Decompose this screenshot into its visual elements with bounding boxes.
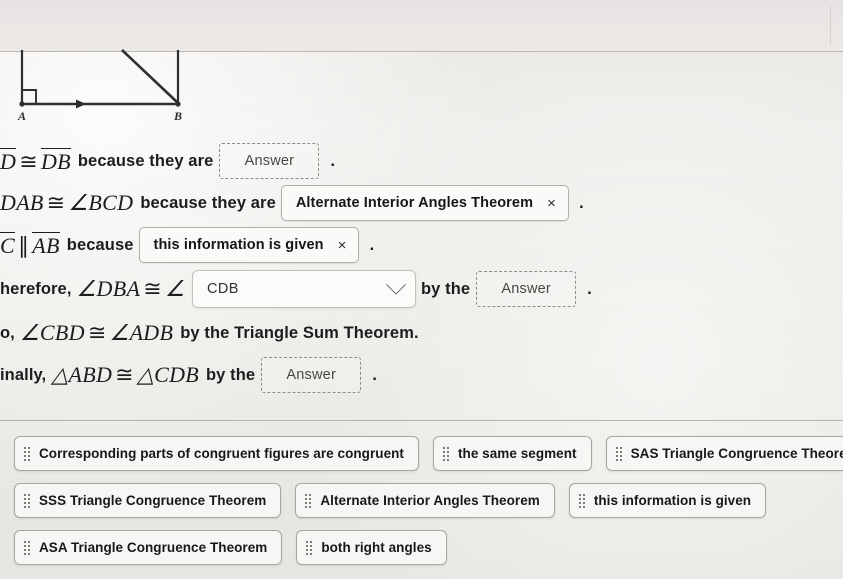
answer-tile[interactable]: Alternate Interior Angles Theorem [295,483,555,518]
proof-line-4-lead: herefore, [0,279,72,298]
proof-line-2: DAB ≅ ∠BCD because they are Alternate Inte… [0,182,843,224]
answer-tile-label: Corresponding parts of congruent figures… [39,446,404,461]
proof-line-1-period: . [330,151,336,170]
proof-line-5-math: ∠CBD ≅ ∠ADB [19,320,174,345]
close-icon[interactable]: × [338,238,347,253]
right-angle-icon [22,89,37,104]
answer-chip-2[interactable]: Alternate Interior Angles Theorem × [280,185,569,221]
drag-handle-icon[interactable] [305,493,312,508]
proof-line-2-math: DAB ≅ ∠BCD [0,190,134,215]
answer-tile[interactable]: Corresponding parts of congruent figures… [14,436,419,471]
angle-select-dropdown[interactable]: CDB [191,270,416,308]
answer-tile[interactable]: ASA Triangle Congruence Theorem [14,530,283,565]
proof-line-4-math: ∠DBA ≅ ∠ [76,276,185,301]
segment-diagonal [121,49,179,104]
proof-line-5: o, ∠CBD ≅ ∠ADB by the Triangle Sum Theorem… [0,312,843,354]
proof-line-4-text: by the [420,279,471,298]
answer-tile-label: Alternate Interior Angles Theorem [320,493,540,508]
answer-dropzone-1[interactable]: Answer [219,143,320,179]
answer-tile-label: ASA Triangle Congruence Theorem [39,540,268,555]
vertex-a-point [19,101,25,107]
proof-line-1-math: D ≅ DB [0,147,71,174]
answer-dropzone-4[interactable]: Answer [476,271,577,307]
drag-handle-icon[interactable] [24,446,30,461]
proof-line-2-text: because they are [140,193,276,212]
answer-tile-label: the same segment [457,446,577,461]
answer-dropzone-6[interactable]: Answer [261,357,362,393]
answer-bank-row-3: ASA Triangle Congruence Theorem both rig… [0,524,843,571]
drag-handle-icon[interactable] [306,540,313,555]
answer-tile-label: this information is given [593,493,752,508]
proof-line-2-period: . [578,193,584,212]
answer-tile-label: SAS Triangle Congruence Theorem [630,446,843,461]
top-band [0,0,843,52]
geometry-figure: A B [0,46,210,124]
figure-label-b: B [173,109,182,123]
answer-tile-label: both right angles [321,540,432,555]
answer-chip-3[interactable]: this information is given × [138,227,360,263]
proof-line-3-math: C ∥ AB [0,231,60,258]
proof-line-3: C ∥ AB because this information is given ×… [0,224,843,266]
proof-line-6-period: . [372,365,378,384]
proof-line-3-period: . [369,235,375,254]
answer-bank-row-1: Corresponding parts of congruent figures… [0,430,843,477]
proof-line-4-period: . [587,279,592,298]
proof-line-5-lead: o, [0,323,15,342]
answer-tile[interactable]: this information is given [568,483,767,518]
chevron-down-icon [386,274,406,295]
answer-tile[interactable]: SSS Triangle Congruence Theorem [14,483,282,518]
proof-line-6-text: by the [206,365,256,384]
proof-statements: D ≅ DB because they are Answer . DAB ≅ ∠BCD … [0,140,843,396]
drag-handle-icon[interactable] [24,540,30,555]
proof-line-6-lead: inally, [0,365,47,384]
proof-line-6: inally, △ABD ≅ △CDB by the Answer . [0,354,843,396]
answer-bank: Corresponding parts of congruent figures… [0,430,843,571]
proof-line-5-text: by the Triangle Sum Theorem. [180,323,419,342]
drag-handle-icon[interactable] [24,493,30,508]
angle-select-value: CDB [206,281,239,297]
proof-line-1-text: because they are [77,151,214,170]
proof-line-6-math: △ABD ≅ △CDB [51,362,199,387]
answer-bank-row-2: SSS Triangle Congruence Theorem Alternat… [0,477,843,524]
answer-tile-label: SSS Triangle Congruence Theorem [39,493,267,508]
drag-handle-icon[interactable] [442,446,449,461]
drag-handle-icon[interactable] [615,446,622,461]
proof-line-4: herefore, ∠DBA ≅ ∠ CDB by the Answer . [0,266,843,312]
vertex-b-point [175,101,181,107]
answer-tile[interactable]: SAS Triangle Congruence Theorem [605,436,843,471]
close-icon[interactable]: × [547,196,556,211]
figure-label-a: A [17,109,26,123]
proof-line-3-text: because [66,235,134,254]
answer-chip-2-label: Alternate Interior Angles Theorem [295,195,534,211]
geometry-figure-svg: A B [17,49,182,123]
answer-tile[interactable]: the same segment [432,436,592,471]
drag-handle-icon[interactable] [578,493,585,508]
arrow-marker-icon [76,99,86,109]
top-right-corner-mark [830,6,843,46]
proof-line-1: D ≅ DB because they are Answer . [0,140,843,182]
answer-bank-divider [0,420,843,421]
answer-tile[interactable]: both right angles [296,530,447,565]
answer-chip-3-label: this information is given [153,237,324,253]
